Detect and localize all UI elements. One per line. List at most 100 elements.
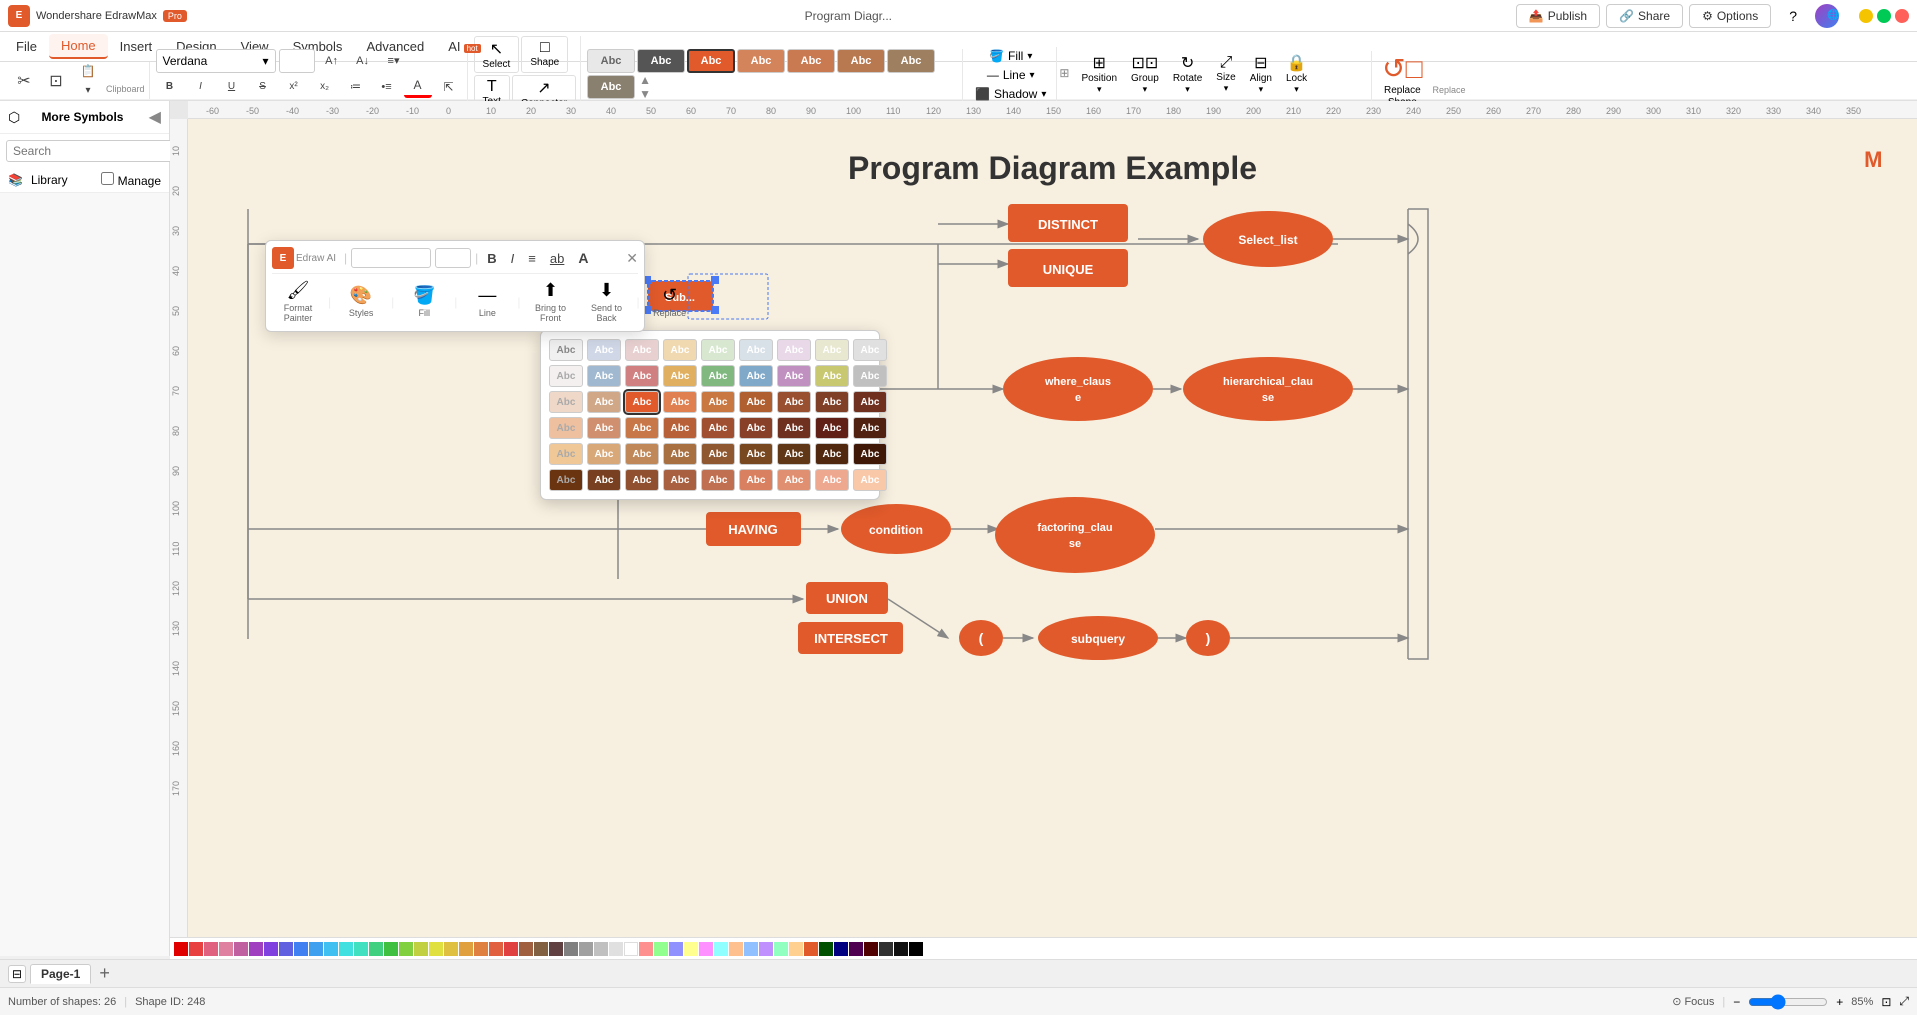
fill-button[interactable]: 🪣 Fill ▾	[983, 47, 1038, 65]
color-swatch[interactable]	[759, 942, 773, 956]
color-swatch[interactable]	[699, 942, 713, 956]
color-swatch[interactable]	[459, 942, 473, 956]
style-swatch-1[interactable]: Abc	[637, 49, 685, 73]
font-size-input[interactable]: 12	[279, 49, 315, 73]
color-swatch[interactable]	[354, 942, 368, 956]
send-to-back-button[interactable]: ⬇ Send to Back	[581, 278, 633, 325]
color-swatch[interactable]	[204, 942, 218, 956]
ft-upper-button[interactable]: A	[573, 247, 593, 269]
style-swatch-3[interactable]: Abc	[737, 49, 785, 73]
sp-5-0[interactable]: Abc	[549, 469, 583, 491]
sp-3-3[interactable]: Abc	[663, 417, 697, 439]
sp-0-1[interactable]: Abc	[587, 339, 621, 361]
color-swatch[interactable]	[789, 942, 803, 956]
color-swatch[interactable]	[504, 942, 518, 956]
sp-3-7[interactable]: Abc	[815, 417, 849, 439]
close-button[interactable]	[1895, 9, 1909, 23]
sp-3-4[interactable]: Abc	[701, 417, 735, 439]
copy-button[interactable]: ⊡	[42, 63, 70, 99]
zoom-out-button[interactable]: −	[1733, 995, 1740, 1009]
color-swatch[interactable]	[309, 942, 323, 956]
color-swatch[interactable]	[849, 942, 863, 956]
style-swatch-2[interactable]: Abc	[687, 49, 735, 73]
sp-0-8[interactable]: Abc	[853, 339, 887, 361]
color-swatch[interactable]	[384, 942, 398, 956]
format-painter-button[interactable]: 🖌 Format Painter	[272, 278, 324, 325]
sp-2-4[interactable]: Abc	[701, 391, 735, 413]
ft-font-input[interactable]: Verdana	[351, 248, 431, 268]
color-swatch[interactable]	[549, 942, 563, 956]
sp-1-0[interactable]: Abc	[549, 365, 583, 387]
rotate-button[interactable]: ↻ Rotate ▾	[1167, 51, 1208, 97]
color-swatch[interactable]	[189, 942, 203, 956]
help-button[interactable]: ?	[1777, 4, 1809, 28]
options-button[interactable]: ⚙ Options	[1689, 4, 1771, 28]
increase-size-button[interactable]: A↑	[318, 50, 346, 72]
sp-1-4[interactable]: Abc	[701, 365, 735, 387]
ft-line-button[interactable]: — Line	[461, 283, 513, 320]
menu-home[interactable]: Home	[49, 34, 108, 59]
color-swatch[interactable]	[444, 942, 458, 956]
text-align-button[interactable]: ≡▾	[380, 50, 408, 72]
strikethrough-button[interactable]: S	[249, 76, 277, 98]
line-button[interactable]: — Line ▾	[981, 66, 1041, 84]
color-swatch[interactable]	[294, 942, 308, 956]
color-swatch[interactable]	[249, 942, 263, 956]
style-swatch-6[interactable]: Abc	[887, 49, 935, 73]
sp-5-8[interactable]: Abc	[853, 469, 887, 491]
color-swatch[interactable]	[879, 942, 893, 956]
focus-button[interactable]: ⊙ Focus	[1672, 995, 1714, 1008]
sp-4-0[interactable]: Abc	[549, 443, 583, 465]
sp-0-4[interactable]: Abc	[701, 339, 735, 361]
color-swatch[interactable]	[414, 942, 428, 956]
panel-collapse-button[interactable]: ◀	[149, 107, 161, 127]
sp-5-6[interactable]: Abc	[777, 469, 811, 491]
sp-3-8[interactable]: Abc	[853, 417, 887, 439]
color-swatch[interactable]	[339, 942, 353, 956]
size-button[interactable]: ⤢ Size ▾	[1210, 52, 1241, 96]
color-swatch[interactable]	[534, 942, 548, 956]
zoom-slider[interactable]	[1748, 994, 1828, 1010]
color-swatch[interactable]	[804, 942, 818, 956]
sp-1-6[interactable]: Abc	[777, 365, 811, 387]
sp-1-5[interactable]: Abc	[739, 365, 773, 387]
underline-button[interactable]: U	[218, 76, 246, 98]
sp-5-3[interactable]: Abc	[663, 469, 697, 491]
fit-page-button[interactable]: ⊡	[1881, 995, 1891, 1009]
color-swatch[interactable]	[564, 942, 578, 956]
bullet-button[interactable]: •≡	[373, 76, 401, 98]
format-paste-button[interactable]: ▾	[74, 81, 102, 99]
maximize-button[interactable]	[1877, 9, 1891, 23]
fullscreen-button[interactable]: ⤢	[1899, 994, 1909, 1009]
library-label[interactable]: Library	[31, 173, 68, 187]
color-swatch[interactable]	[729, 942, 743, 956]
color-swatch[interactable]	[279, 942, 293, 956]
menu-file[interactable]: File	[4, 35, 49, 58]
styles-collapse-button[interactable]: ⊞	[1059, 66, 1069, 80]
color-swatch[interactable]	[609, 942, 623, 956]
color-swatch[interactable]	[519, 942, 533, 956]
avatar-button[interactable]: 🌐	[1815, 4, 1839, 28]
color-swatch[interactable]	[219, 942, 233, 956]
sp-5-1[interactable]: Abc	[587, 469, 621, 491]
sp-1-3[interactable]: Abc	[663, 365, 697, 387]
sp-5-2[interactable]: Abc	[625, 469, 659, 491]
sp-0-3[interactable]: Abc	[663, 339, 697, 361]
handle-br[interactable]	[711, 306, 719, 314]
color-swatch[interactable]	[684, 942, 698, 956]
sp-0-2[interactable]: Abc	[625, 339, 659, 361]
sp-4-7[interactable]: Abc	[815, 443, 849, 465]
ft-italic-button[interactable]: I	[506, 248, 520, 269]
color-swatch[interactable]	[624, 942, 638, 956]
pages-icon[interactable]: ⊟	[8, 965, 26, 983]
text-color-button[interactable]: A	[404, 76, 432, 98]
align-button[interactable]: ⊟ Align ▾	[1244, 51, 1278, 97]
color-swatch[interactable]	[324, 942, 338, 956]
ft-close-button[interactable]: ✕	[626, 250, 638, 267]
color-swatch[interactable]	[174, 942, 188, 956]
color-swatch[interactable]	[819, 942, 833, 956]
font-expand-button[interactable]: ⇱	[435, 76, 463, 98]
color-swatch[interactable]	[234, 942, 248, 956]
color-swatch[interactable]	[474, 942, 488, 956]
add-page-button[interactable]: +	[99, 963, 110, 984]
